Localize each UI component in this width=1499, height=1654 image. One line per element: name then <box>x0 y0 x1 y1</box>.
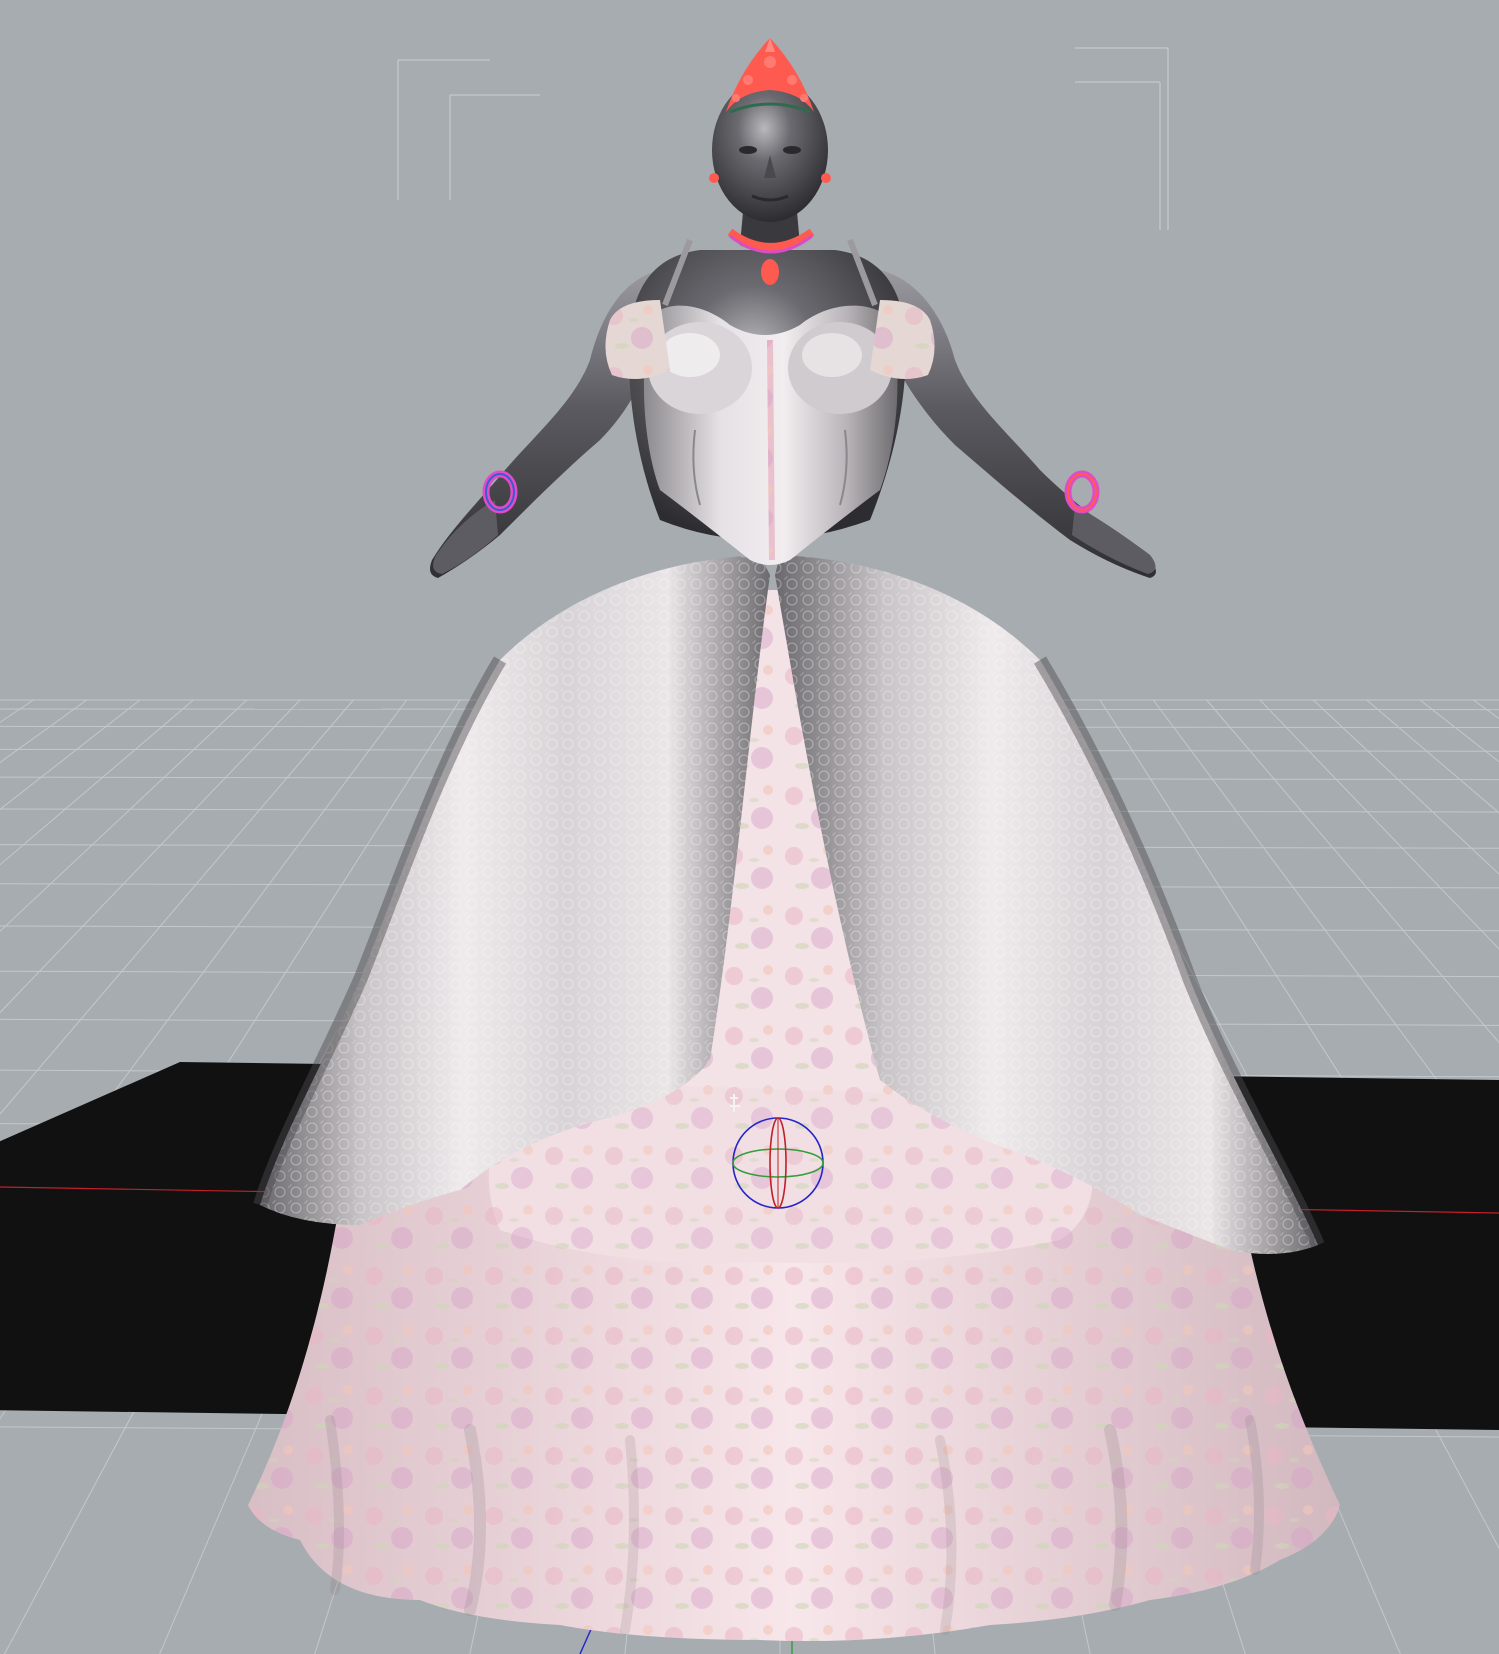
head[interactable] <box>712 78 828 222</box>
scene-canvas[interactable] <box>0 0 1499 1654</box>
left-earring[interactable] <box>709 173 719 183</box>
right-bracelet[interactable] <box>1064 470 1100 514</box>
left-hand[interactable] <box>433 500 498 574</box>
left-camera-frame[interactable] <box>397 59 540 200</box>
right-earring[interactable] <box>821 173 831 183</box>
3d-viewport[interactable] <box>0 0 1499 1654</box>
right-camera-frame[interactable] <box>1075 47 1169 230</box>
